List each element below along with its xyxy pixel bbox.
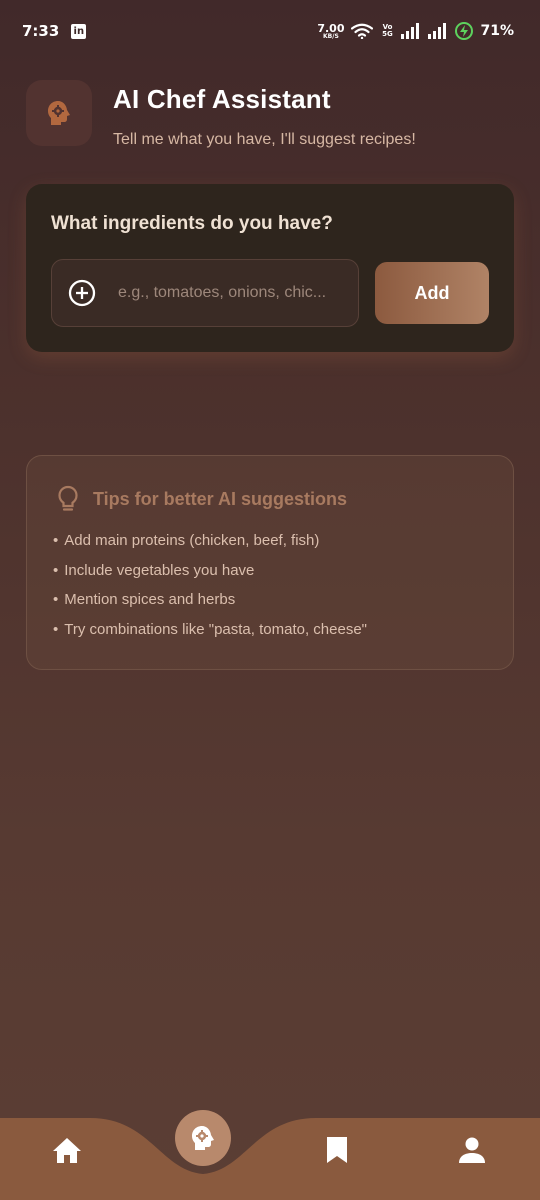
tips-list-item: Add main proteins (chicken, beef, fish) xyxy=(53,531,367,561)
volte-line-2: 5G xyxy=(382,30,393,38)
tips-list-item: Include vegetables you have xyxy=(53,561,367,591)
network-speed: 7.00 KB/S xyxy=(317,23,344,40)
wifi-icon xyxy=(351,23,374,39)
bottom-nav xyxy=(0,1100,540,1200)
status-right: 7.00 KB/S Vo 5G 71% xyxy=(317,22,514,40)
home-icon[interactable] xyxy=(52,1136,82,1164)
nav-saved[interactable] xyxy=(309,1122,365,1178)
nav-ai-chef[interactable] xyxy=(175,1110,231,1166)
volte-indicator: Vo 5G xyxy=(380,24,394,38)
nav-home[interactable] xyxy=(39,1122,95,1178)
add-circle-icon[interactable] xyxy=(68,279,96,307)
status-time: 7:33 xyxy=(22,22,60,40)
network-speed-unit: KB/S xyxy=(323,32,339,40)
tips-list-item: Mention spices and herbs xyxy=(53,590,367,620)
tips-card: Tips for better AI suggestions Add main … xyxy=(26,455,514,670)
status-left: 7:33 in xyxy=(22,22,87,40)
battery-percent: 71% xyxy=(480,23,514,39)
ingredient-card-title: What ingredients do you have? xyxy=(51,213,333,234)
profile-icon[interactable] xyxy=(458,1136,486,1164)
tips-header: Tips for better AI suggestions xyxy=(57,485,347,513)
signal-icon-2 xyxy=(428,23,447,39)
add-button[interactable]: Add xyxy=(375,262,489,324)
network-speed-value: 7.00 xyxy=(317,21,345,35)
page-title: AI Chef Assistant xyxy=(113,84,331,114)
head-gear-icon xyxy=(48,101,70,125)
signal-icon xyxy=(401,23,420,39)
ingredient-input[interactable]: e.g., tomatoes, onions, chic... xyxy=(51,259,359,327)
bookmark-icon[interactable] xyxy=(326,1136,348,1164)
tips-title: Tips for better AI suggestions xyxy=(93,488,348,509)
ai-chef-icon[interactable] xyxy=(191,1125,215,1151)
status-bar: 7:33 in 7.00 KB/S Vo 5G 71% xyxy=(0,0,540,62)
ingredient-input-placeholder[interactable]: e.g., tomatoes, onions, chic... xyxy=(118,284,326,302)
page-subtitle: Tell me what you have, I'll suggest reci… xyxy=(113,131,416,148)
battery-charging-icon xyxy=(455,22,474,40)
tips-list: Add main proteins (chicken, beef, fish) … xyxy=(53,531,367,649)
tips-list-item: Try combinations like "pasta, tomato, ch… xyxy=(53,620,367,650)
linkedin-icon: in xyxy=(71,23,87,39)
ingredient-card: What ingredients do you have? e.g., toma… xyxy=(26,184,514,352)
app-header: AI Chef Assistant Tell me what you have,… xyxy=(26,80,514,149)
nav-profile[interactable] xyxy=(444,1122,500,1178)
header-text: AI Chef Assistant Tell me what you have,… xyxy=(113,80,416,149)
app-logo xyxy=(26,80,92,146)
lightbulb-icon xyxy=(58,485,78,511)
